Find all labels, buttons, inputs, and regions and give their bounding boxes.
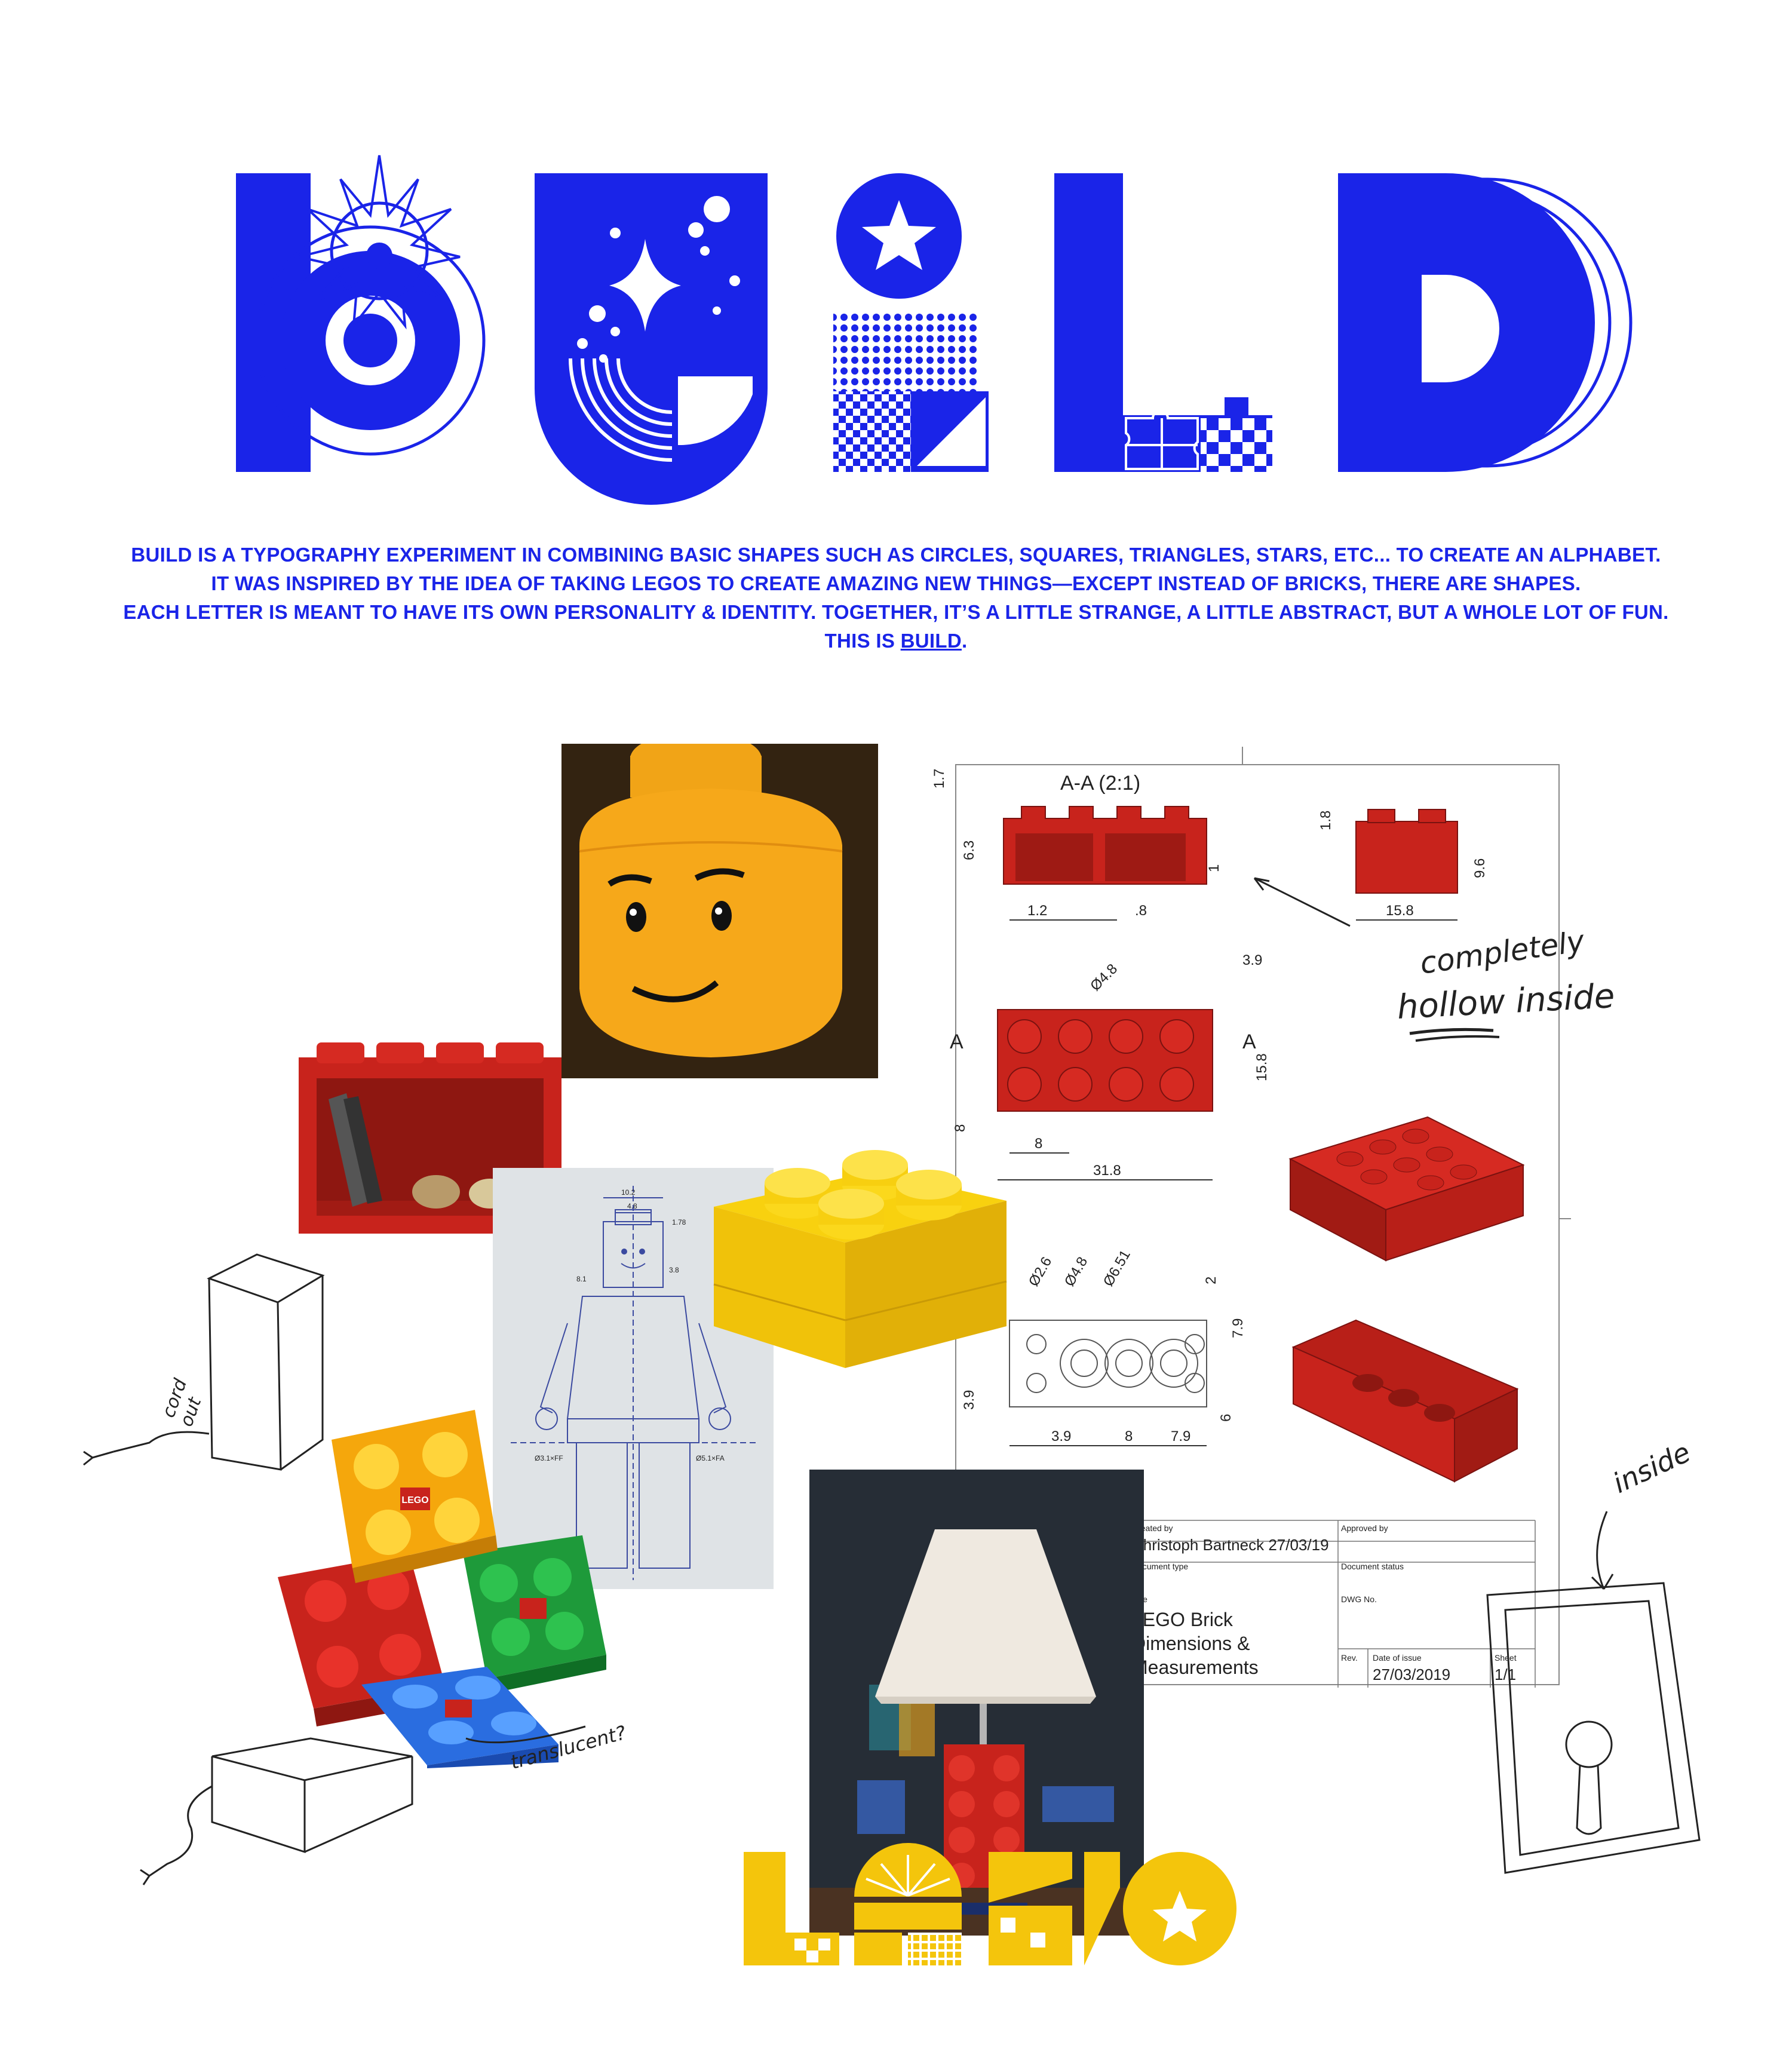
svg-text:15.8: 15.8 bbox=[1254, 1053, 1270, 1081]
svg-text:A: A bbox=[1242, 1030, 1256, 1053]
svg-text:3.9: 3.9 bbox=[1051, 1428, 1071, 1444]
letter-l bbox=[1054, 173, 1272, 472]
build-link[interactable]: BUILD bbox=[901, 630, 962, 652]
letter-u bbox=[535, 173, 768, 505]
svg-text:31.8: 31.8 bbox=[1093, 1163, 1121, 1179]
svg-text:3.9: 3.9 bbox=[961, 1390, 977, 1410]
svg-text:1.8: 1.8 bbox=[1318, 811, 1334, 830]
svg-text:8: 8 bbox=[1035, 1136, 1042, 1152]
intro-line-2: IT WAS INSPIRED BY THE IDEA OF TAKING LE… bbox=[211, 572, 1581, 594]
svg-text:Date of issue: Date of issue bbox=[1373, 1653, 1422, 1663]
svg-text:Dimensions &: Dimensions & bbox=[1132, 1633, 1250, 1654]
svg-text:Ø5.1×FA: Ø5.1×FA bbox=[696, 1454, 725, 1462]
svg-text:7.9: 7.9 bbox=[1171, 1428, 1190, 1444]
logo-letter-e bbox=[854, 1843, 962, 1965]
svg-text:10.2: 10.2 bbox=[621, 1188, 636, 1197]
svg-text:Rev.: Rev. bbox=[1341, 1653, 1358, 1663]
svg-text:15.8: 15.8 bbox=[1386, 903, 1414, 919]
lego-head-lamp-photo bbox=[561, 744, 878, 1078]
svg-text:completely: completely bbox=[1418, 932, 1588, 981]
svg-text:hollow inside: hollow inside bbox=[1396, 977, 1615, 1027]
svg-text:2: 2 bbox=[1203, 1277, 1219, 1284]
logo-letter-o bbox=[1123, 1852, 1236, 1965]
letter-d bbox=[1338, 173, 1633, 472]
svg-text:inside: inside bbox=[1608, 1436, 1695, 1499]
svg-text:6: 6 bbox=[1218, 1414, 1234, 1422]
lego-wordmark-logo bbox=[744, 1843, 1236, 1965]
svg-text:4.8: 4.8 bbox=[627, 1202, 637, 1210]
svg-text:A: A bbox=[950, 1030, 963, 1053]
section-view bbox=[1003, 806, 1207, 885]
intro-line-3: EACH LETTER IS MEANT TO HAVE ITS OWN PER… bbox=[123, 601, 1669, 623]
svg-text:Approved by: Approved by bbox=[1341, 1523, 1388, 1533]
svg-text:8.1: 8.1 bbox=[576, 1275, 587, 1283]
svg-text:LEGO Brick: LEGO Brick bbox=[1132, 1609, 1233, 1630]
intro-paragraph: BUILD IS A TYPOGRAPHY EXPERIMENT IN COMB… bbox=[119, 541, 1673, 655]
svg-text:1.78: 1.78 bbox=[672, 1218, 686, 1226]
svg-text:27/03/2019: 27/03/2019 bbox=[1373, 1666, 1450, 1683]
logo-letter-g bbox=[989, 1852, 1120, 1965]
yellow-storage-brick-photo bbox=[713, 1150, 1007, 1368]
svg-text:.8: .8 bbox=[1135, 903, 1147, 919]
letter-b bbox=[236, 155, 486, 472]
svg-text:1.7: 1.7 bbox=[932, 769, 947, 789]
svg-text:Document status: Document status bbox=[1341, 1562, 1404, 1571]
svg-text:Christoph Bartneck 27/03/19: Christoph Bartneck 27/03/19 bbox=[1132, 1536, 1329, 1554]
svg-text:translucent?: translucent? bbox=[508, 1721, 628, 1774]
svg-text:6.3: 6.3 bbox=[961, 841, 977, 860]
intro-line-4: THIS IS BUILD. bbox=[824, 630, 968, 652]
letter-i bbox=[833, 173, 989, 472]
svg-text:8: 8 bbox=[1125, 1428, 1133, 1444]
svg-text:Measurements: Measurements bbox=[1132, 1657, 1259, 1678]
side-view-brick bbox=[1355, 809, 1458, 894]
svg-text:1: 1 bbox=[1206, 864, 1222, 872]
svg-text:1.2: 1.2 bbox=[1027, 903, 1047, 919]
light-up-bricks-photo: LEGO bbox=[278, 1410, 606, 1768]
svg-text:9.6: 9.6 bbox=[1472, 858, 1488, 878]
build-wordmark bbox=[236, 155, 1633, 505]
svg-text:3.9: 3.9 bbox=[1242, 952, 1262, 968]
sketch-inside-view: inside bbox=[1486, 1436, 1701, 1874]
top-view-brick bbox=[997, 1009, 1213, 1112]
svg-text:DWG No.: DWG No. bbox=[1341, 1594, 1377, 1604]
hollow-annotation: completely hollow inside bbox=[1396, 932, 1616, 1042]
sketch-translucent-box: translucent? bbox=[140, 1721, 628, 1885]
svg-text:7.9: 7.9 bbox=[1230, 1318, 1246, 1338]
svg-text:3.8: 3.8 bbox=[669, 1266, 679, 1274]
svg-text:8: 8 bbox=[952, 1124, 968, 1132]
intro-line-1: BUILD IS A TYPOGRAPHY EXPERIMENT IN COMB… bbox=[131, 544, 1661, 566]
section-label: A-A (2:1) bbox=[1060, 772, 1140, 795]
lego-logo-badge: LEGO bbox=[401, 1495, 428, 1505]
